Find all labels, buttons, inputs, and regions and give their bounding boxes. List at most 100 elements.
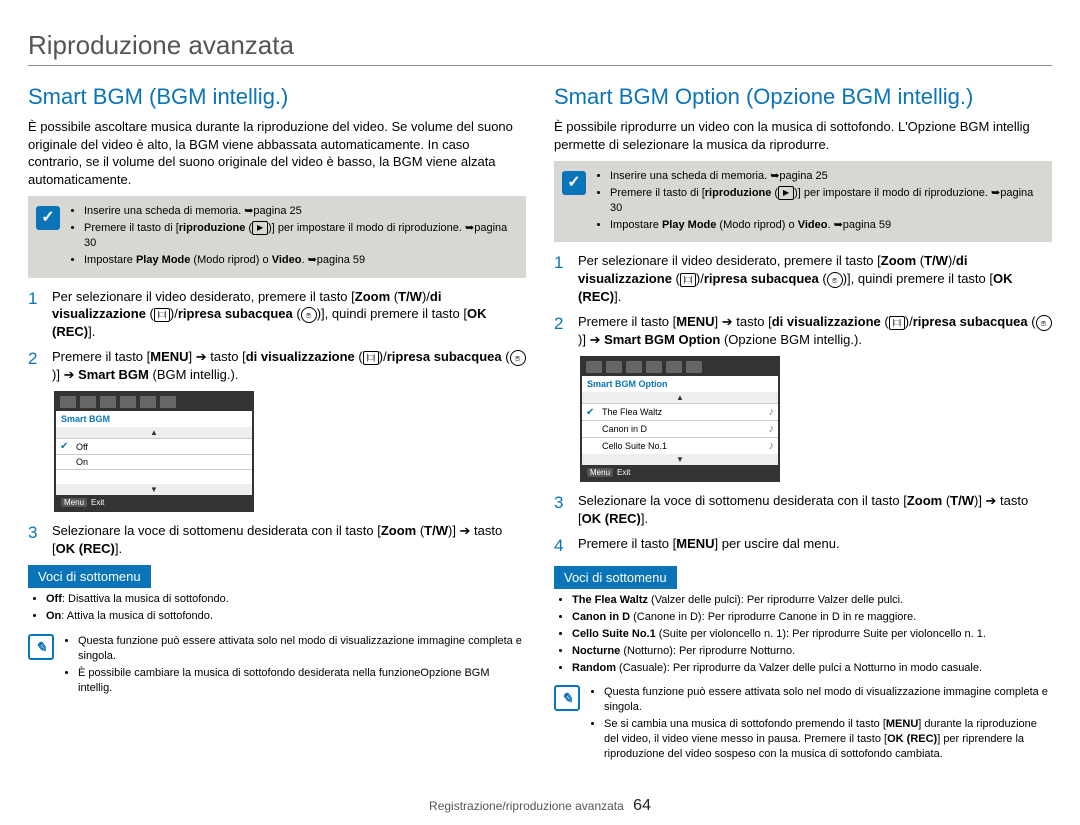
left-column: Smart BGM (BGM intellig.) È possibile as… bbox=[28, 84, 526, 764]
right-column: Smart BGM Option (Opzione BGM intellig.)… bbox=[554, 84, 1052, 764]
step-number: 4 bbox=[554, 535, 568, 558]
shot-option-row[interactable]: Canon in D♪ bbox=[582, 420, 778, 437]
right-steps: 1 Per selezionare il video desiderato, p… bbox=[554, 252, 1052, 348]
shot-footer: MenuExit bbox=[582, 465, 778, 480]
submenu-item: The Flea Waltz (Valzer delle pulci): Per… bbox=[572, 593, 1052, 608]
up-arrow-icon: ▲ bbox=[582, 392, 778, 403]
step-number: 3 bbox=[28, 522, 42, 557]
prereq-item: Inserire una scheda di memoria. ➥pagina … bbox=[84, 204, 516, 219]
right-ui-screenshot: Smart BGM Option ▲ ✔The Flea Waltz♪ Cano… bbox=[580, 356, 780, 482]
underwater-icon: ෧ bbox=[510, 350, 526, 366]
shot-footer: MenuExit bbox=[56, 495, 252, 510]
submenu-item: Random (Casuale): Per riprodurre da Valz… bbox=[572, 661, 1052, 676]
shot-option-row bbox=[56, 469, 252, 484]
music-note-icon: ♪ bbox=[769, 406, 775, 418]
note-item: Questa funzione può essere attivata solo… bbox=[604, 685, 1052, 715]
shot-icon-bar bbox=[582, 358, 778, 376]
prereq-item: Impostare Play Mode (Modo riprod) o Vide… bbox=[84, 253, 516, 268]
step-number: 2 bbox=[554, 313, 568, 348]
left-intro: È possibile ascoltare musica durante la … bbox=[28, 118, 526, 188]
right-submenu: The Flea Waltz (Valzer delle pulci): Per… bbox=[554, 593, 1052, 675]
right-prereq-box: ✓ Inserire una scheda di memoria. ➥pagin… bbox=[554, 161, 1052, 242]
left-prereq-box: ✓ Inserire una scheda di memoria. ➥pagin… bbox=[28, 196, 526, 277]
columns: Smart BGM (BGM intellig.) È possibile as… bbox=[28, 84, 1052, 764]
step-number: 2 bbox=[28, 348, 42, 383]
step-text: Per selezionare il video desiderato, pre… bbox=[52, 288, 526, 341]
step-3: 3 Selezionare la voce di sottomenu desid… bbox=[554, 492, 1052, 527]
music-note-icon: ♪ bbox=[769, 440, 775, 452]
right-heading: Smart BGM Option (Opzione BGM intellig.) bbox=[554, 84, 1052, 110]
footer-section: Registrazione/riproduzione avanzata bbox=[429, 799, 624, 813]
shot-menu-title: Smart BGM Option bbox=[582, 376, 778, 392]
step-2: 2 Premere il tasto [MENU] ➔ tasto [di vi… bbox=[28, 348, 526, 383]
note-item: Questa funzione può essere attivata solo… bbox=[78, 634, 526, 664]
step-text: Premere il tasto [MENU] ➔ tasto [di visu… bbox=[578, 313, 1052, 348]
submenu-item: Cello Suite No.1 (Suite per violoncello … bbox=[572, 627, 1052, 642]
left-steps-cont: 3 Selezionare la voce di sottomenu desid… bbox=[28, 522, 526, 557]
prereq-item: Premere il tasto di [riproduzione (▶)] p… bbox=[610, 186, 1042, 216]
down-arrow-icon: ▼ bbox=[56, 484, 252, 495]
submenu-item: Canon in D (Canone in D): Per riprodurre… bbox=[572, 610, 1052, 625]
up-arrow-icon: ▲ bbox=[56, 427, 252, 438]
step-text: Per selezionare il video desiderato, pre… bbox=[578, 252, 1052, 305]
underwater-icon: ෧ bbox=[1036, 315, 1052, 331]
submenu-item: Nocturne (Notturno): Per riprodurre Nott… bbox=[572, 644, 1052, 659]
shot-option-row[interactable]: ✔The Flea Waltz♪ bbox=[582, 403, 778, 420]
step-2: 2 Premere il tasto [MENU] ➔ tasto [di vi… bbox=[554, 313, 1052, 348]
underwater-icon: ෧ bbox=[301, 307, 317, 323]
step-text: Premere il tasto [MENU] ➔ tasto [di visu… bbox=[52, 348, 526, 383]
shot-option-row[interactable]: ✔Off bbox=[56, 438, 252, 454]
shot-option-row[interactable]: Cello Suite No.1♪ bbox=[582, 437, 778, 454]
display-icon: |□| bbox=[680, 273, 696, 287]
submenu-item: On: Attiva la musica di sottofondo. bbox=[46, 609, 526, 624]
submenu-item: Off: Disattiva la musica di sottofondo. bbox=[46, 592, 526, 607]
left-note-box: ✎ Questa funzione può essere attivata so… bbox=[28, 634, 526, 697]
shot-icon-bar bbox=[56, 393, 252, 411]
prereq-item: Premere il tasto di [riproduzione (▶)] p… bbox=[84, 221, 516, 251]
page-footer: Registrazione/riproduzione avanzata 64 bbox=[0, 797, 1080, 815]
shot-option-list: ✔The Flea Waltz♪ Canon in D♪ Cello Suite… bbox=[582, 403, 778, 454]
menu-button-label: Menu bbox=[587, 468, 613, 477]
info-icon: ✎ bbox=[554, 685, 580, 711]
step-text: Selezionare la voce di sottomenu desider… bbox=[578, 492, 1052, 527]
display-icon: |□| bbox=[363, 351, 379, 365]
right-intro: È possibile riprodurre un video con la m… bbox=[554, 118, 1052, 153]
left-prereq-list: Inserire una scheda di memoria. ➥pagina … bbox=[70, 204, 516, 269]
submenu-heading: Voci di sottomenu bbox=[28, 565, 151, 588]
step-number: 1 bbox=[554, 252, 568, 305]
left-heading: Smart BGM (BGM intellig.) bbox=[28, 84, 526, 110]
prereq-item: Inserire una scheda di memoria. ➥pagina … bbox=[610, 169, 1042, 184]
display-icon: |□| bbox=[889, 316, 905, 330]
info-icon: ✎ bbox=[28, 634, 54, 660]
page-title: Riproduzione avanzata bbox=[28, 30, 1052, 61]
right-note-box: ✎ Questa funzione può essere attivata so… bbox=[554, 685, 1052, 763]
step-1: 1 Per selezionare il video desiderato, p… bbox=[28, 288, 526, 341]
title-rule bbox=[28, 65, 1052, 66]
step-4: 4 Premere il tasto [MENU] per uscire dal… bbox=[554, 535, 1052, 558]
left-ui-screenshot: Smart BGM ▲ ✔Off On ▼ MenuExit bbox=[54, 391, 254, 512]
right-steps-cont: 3 Selezionare la voce di sottomenu desid… bbox=[554, 492, 1052, 558]
shot-option-list: ✔Off On bbox=[56, 438, 252, 484]
shot-option-row[interactable]: On bbox=[56, 454, 252, 469]
prereq-item: Impostare Play Mode (Modo riprod) o Vide… bbox=[610, 218, 1042, 233]
left-steps: 1 Per selezionare il video desiderato, p… bbox=[28, 288, 526, 384]
step-3: 3 Selezionare la voce di sottomenu desid… bbox=[28, 522, 526, 557]
step-number: 1 bbox=[28, 288, 42, 341]
left-submenu: Off: Disattiva la musica di sottofondo. … bbox=[28, 592, 526, 624]
manual-page: Riproduzione avanzata Smart BGM (BGM int… bbox=[0, 0, 1080, 825]
check-icon: ✔ bbox=[60, 441, 72, 452]
step-number: 3 bbox=[554, 492, 568, 527]
display-icon: |□| bbox=[154, 308, 170, 322]
page-number: 64 bbox=[633, 797, 651, 814]
step-1: 1 Per selezionare il video desiderato, p… bbox=[554, 252, 1052, 305]
play-icon: ▶ bbox=[252, 221, 268, 235]
step-text: Premere il tasto [MENU] per uscire dal m… bbox=[578, 535, 1052, 558]
underwater-icon: ෧ bbox=[827, 272, 843, 288]
submenu-heading: Voci di sottomenu bbox=[554, 566, 677, 589]
play-icon: ▶ bbox=[778, 186, 794, 200]
down-arrow-icon: ▼ bbox=[582, 454, 778, 465]
note-item: È possibile cambiare la musica di sottof… bbox=[78, 666, 526, 696]
note-item: Se si cambia una musica di sottofondo pr… bbox=[604, 717, 1052, 762]
check-icon: ✓ bbox=[36, 206, 60, 230]
check-icon: ✓ bbox=[562, 171, 586, 195]
